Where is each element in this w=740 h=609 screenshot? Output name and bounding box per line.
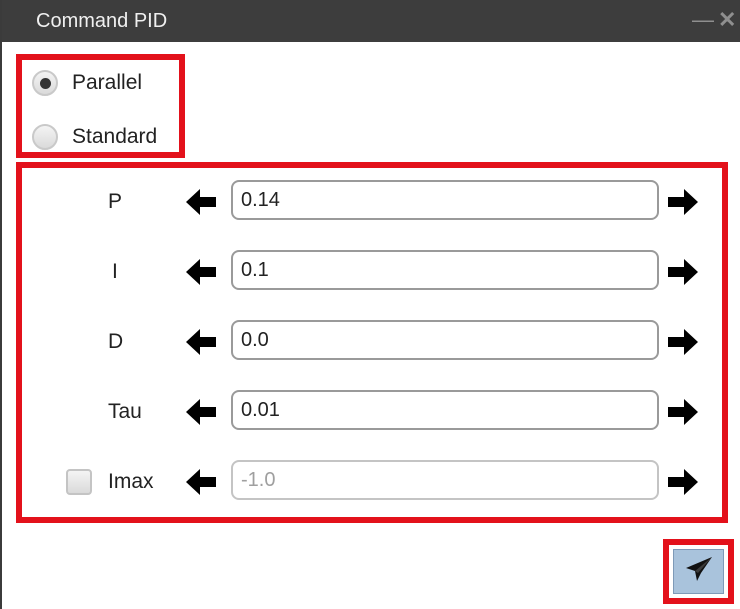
param-input-imax[interactable] [231,460,659,500]
minimize-icon[interactable]: — [692,9,714,31]
arrow-right-icon[interactable] [666,326,700,358]
param-input-p[interactable] [231,180,659,220]
param-label-p: P [108,190,123,213]
radio-button-parallel[interactable] [32,70,58,96]
arrow-left-icon[interactable] [184,396,218,428]
param-row-imax: Imax [2,460,740,504]
param-label-tau: Tau [108,400,142,423]
param-row-tau: Tau [2,390,740,434]
arrow-right-icon[interactable] [666,186,700,218]
arrow-right-icon[interactable] [666,256,700,288]
window-title: Command PID [36,10,168,32]
radio-selected-dot [39,77,51,89]
param-input-tau[interactable] [231,390,659,430]
param-label-d: D [108,330,124,353]
close-icon[interactable]: ✕ [718,9,736,31]
arrow-left-icon[interactable] [184,326,218,358]
arrow-right-icon[interactable] [666,466,700,498]
radio-button-standard[interactable] [32,124,58,150]
arrow-left-icon[interactable] [184,186,218,218]
param-row-p: P [2,180,740,224]
radio-label-parallel: Parallel [72,71,143,94]
imax-checkbox[interactable] [66,469,92,495]
radio-parallel[interactable]: Parallel [32,66,142,100]
param-row-i: I [2,250,740,294]
param-row-d: D [2,320,740,364]
radio-label-standard: Standard [72,125,158,148]
send-button[interactable] [673,549,724,594]
paper-plane-icon [684,555,714,588]
arrow-left-icon[interactable] [184,466,218,498]
arrow-left-icon[interactable] [184,256,218,288]
param-input-d[interactable] [231,320,659,360]
param-input-i[interactable] [231,250,659,290]
command-pid-window: Command PID — ✕ Parallel Standard P I [0,0,740,609]
titlebar: Command PID — ✕ [2,0,740,42]
param-label-imax: Imax [108,470,154,493]
param-label-i: I [112,260,118,283]
arrow-right-icon[interactable] [666,396,700,428]
radio-standard[interactable]: Standard [32,120,157,154]
